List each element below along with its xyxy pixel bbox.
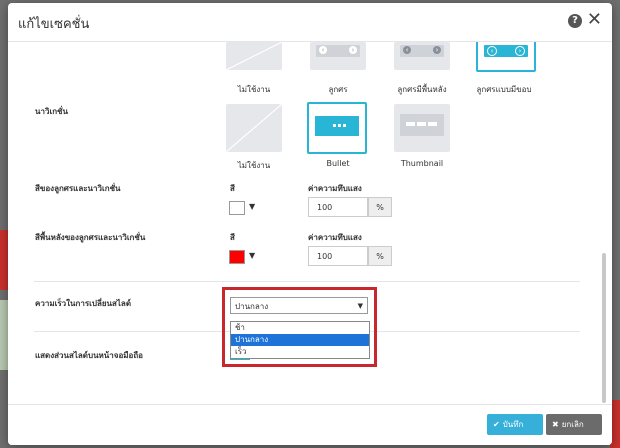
scrollbar[interactable]	[602, 253, 606, 403]
arrow-option-label: ไม่ใช้งาน	[237, 85, 271, 94]
chevron-left-icon: ‹	[403, 46, 411, 54]
arrow-nav-bg-opacity-input[interactable]: 100	[308, 246, 368, 266]
thumbnail-preview	[400, 114, 444, 136]
slide-speed-label: ความเร็วในการเปลี่ยนสไลด์	[35, 299, 132, 308]
arrow-nav-color-picker[interactable]: ▼	[229, 199, 259, 217]
color-swatch	[229, 201, 245, 215]
arrow-nav-opacity-input[interactable]: 100	[308, 197, 368, 217]
percent-addon: %	[368, 197, 392, 217]
chevron-left-icon: ‹	[319, 46, 327, 54]
edit-section-modal: แก้ไขเซคชั่น ? ✕ ‹ › ‹ › ‹ › ไม่ใช้งาน ล…	[8, 3, 612, 445]
navigation-option-label: Thumbnail	[400, 159, 444, 168]
navigation-option-bullet[interactable]	[307, 102, 367, 154]
navigation-option-label: ไม่ใช้งาน	[237, 161, 271, 170]
help-icon[interactable]: ?	[568, 14, 582, 28]
modal-body: ‹ › ‹ › ‹ › ไม่ใช้งาน ลูกศร ลูกศรมีพื้นห…	[8, 42, 612, 405]
arrow-nav-color-label: สีของลูกศรและนาวิเกชั่น	[35, 184, 121, 193]
chevron-right-icon: ›	[515, 46, 525, 56]
caret-down-icon: ▼	[249, 202, 256, 211]
arrow-option-label: ลูกศร	[328, 85, 348, 94]
opacity-label: ค่าความทึบแสง	[308, 184, 362, 193]
slide-bar: ‹ ›	[484, 45, 528, 57]
navigation-option-thumbnail[interactable]	[394, 104, 450, 152]
arrow-option-arrows[interactable]: ‹ ›	[310, 42, 366, 70]
arrow-option-bordered[interactable]: ‹ ›	[476, 42, 536, 72]
chevron-right-icon: ›	[349, 46, 357, 54]
color-label: สี	[230, 233, 235, 242]
arrow-option-label: ลูกศรมีพื้นหลัง	[397, 85, 447, 94]
navigation-option-label: Bullet	[326, 159, 350, 168]
modal-header: แก้ไขเซคชั่น ? ✕	[8, 3, 612, 42]
arrow-nav-bg-color-picker[interactable]: ▼	[229, 248, 259, 266]
arrow-option-with-background[interactable]: ‹ ›	[394, 42, 450, 70]
disabled-icon	[226, 42, 282, 70]
slide-bar: ‹ ›	[400, 45, 444, 57]
navigation-label: นาวิเกชั่น	[35, 107, 68, 116]
navigation-option-none[interactable]	[226, 104, 282, 152]
modal-footer: ✔ บันทึก ✖ ยกเลิก	[8, 404, 612, 445]
cancel-button-label: ยกเลิก	[561, 420, 584, 429]
close-icon: ✖	[552, 420, 559, 429]
chevron-right-icon: ›	[433, 46, 441, 54]
highlight-box	[222, 287, 377, 367]
close-icon[interactable]: ✕	[587, 10, 602, 30]
arrow-nav-bg-label: สีพื้นหลังของลูกศรและนาวิเกชั่น	[35, 233, 146, 242]
percent-addon: %	[368, 246, 392, 266]
caret-down-icon: ▼	[249, 251, 256, 260]
save-button[interactable]: ✔ บันทึก	[487, 414, 543, 435]
modal-title: แก้ไขเซคชั่น	[18, 17, 90, 32]
slide-bar: ‹ ›	[316, 45, 360, 57]
color-swatch	[229, 250, 245, 264]
disabled-icon	[226, 104, 282, 152]
save-button-label: บันทึก	[502, 420, 524, 429]
check-icon: ✔	[493, 420, 500, 429]
mobile-show-label: แสดงส่วนสไลด์บนหน้าจอมือถือ	[35, 351, 143, 360]
arrow-option-label: ลูกศรแบบมีขอบ	[476, 85, 532, 94]
divider	[34, 281, 580, 282]
color-label: สี	[230, 184, 235, 193]
chevron-left-icon: ‹	[487, 46, 497, 56]
bullet-preview	[315, 116, 359, 136]
arrow-option-none[interactable]	[226, 42, 282, 70]
opacity-label: ค่าความทึบแสง	[308, 233, 362, 242]
cancel-button[interactable]: ✖ ยกเลิก	[546, 414, 602, 435]
